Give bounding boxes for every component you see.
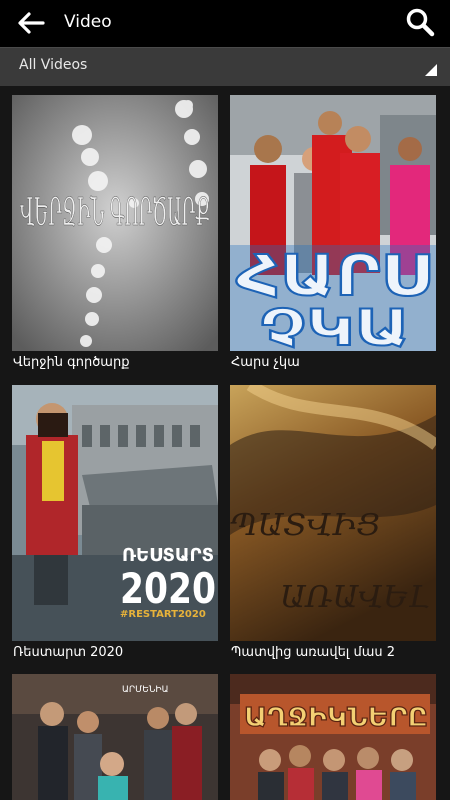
category-dropdown[interactable]: All Videos <box>0 47 450 86</box>
search-icon <box>406 8 435 37</box>
poster-title-text: ՎԵՐՋԻՆ ԳՈՐԾԱՐՔ <box>20 190 210 234</box>
search-button[interactable] <box>404 6 436 38</box>
video-thumbnail-1[interactable]: ՎԵՐՋԻՆ ԳՈՐԾԱՐՔ <box>12 95 218 351</box>
video-thumbnail-3[interactable]: ՌԵՍՏԱՐՏ 2020 #RESTART2020 <box>12 385 218 641</box>
video-title-2[interactable]: Հարս չկա <box>231 354 441 372</box>
svg-text:ԱՌԱՎԵԼ: ԱՌԱՎԵԼ <box>280 580 430 615</box>
video-thumbnail-6[interactable]: ԱՂՋԻԿՆԵՐԸ <box>230 674 436 800</box>
triangle-corner-icon <box>425 64 437 76</box>
arrow-left-icon <box>18 12 45 34</box>
video-title-4[interactable]: Պատվից առավել մաս 2 <box>231 644 441 662</box>
poster-title-text: ՌԵՍՏԱՐՏ <box>122 545 214 566</box>
poster-title-text: ԱՐՄԵՆԻԱ <box>122 685 169 695</box>
svg-text:2020: 2020 <box>120 564 216 613</box>
video-title-1[interactable]: Վերջին գործարք <box>13 354 223 372</box>
poster-tag-text: #RESTART2020 <box>120 609 206 620</box>
video-thumbnail-4[interactable]: ՊԱՏՎԻՑ ԱՌԱՎԵԼ <box>230 385 436 641</box>
poster-title-text: ԱՂՋԻԿՆԵՐԸ <box>244 703 428 733</box>
app-bar: Video <box>0 0 450 47</box>
poster-title-text: ՊԱՏՎԻՑ <box>230 508 380 543</box>
video-thumbnail-2[interactable]: ՀԱՐՍ ՉԿԱ <box>230 95 436 351</box>
back-button[interactable] <box>16 10 46 36</box>
category-label: All Videos <box>19 57 88 73</box>
video-thumbnail-5[interactable]: ԱՐՄԵՆԻԱ <box>12 674 218 800</box>
video-title-3[interactable]: Ռեստարտ 2020 <box>13 644 223 662</box>
page-title: Video <box>64 12 112 32</box>
svg-text:ՉԿԱ: ՉԿԱ <box>260 299 410 351</box>
